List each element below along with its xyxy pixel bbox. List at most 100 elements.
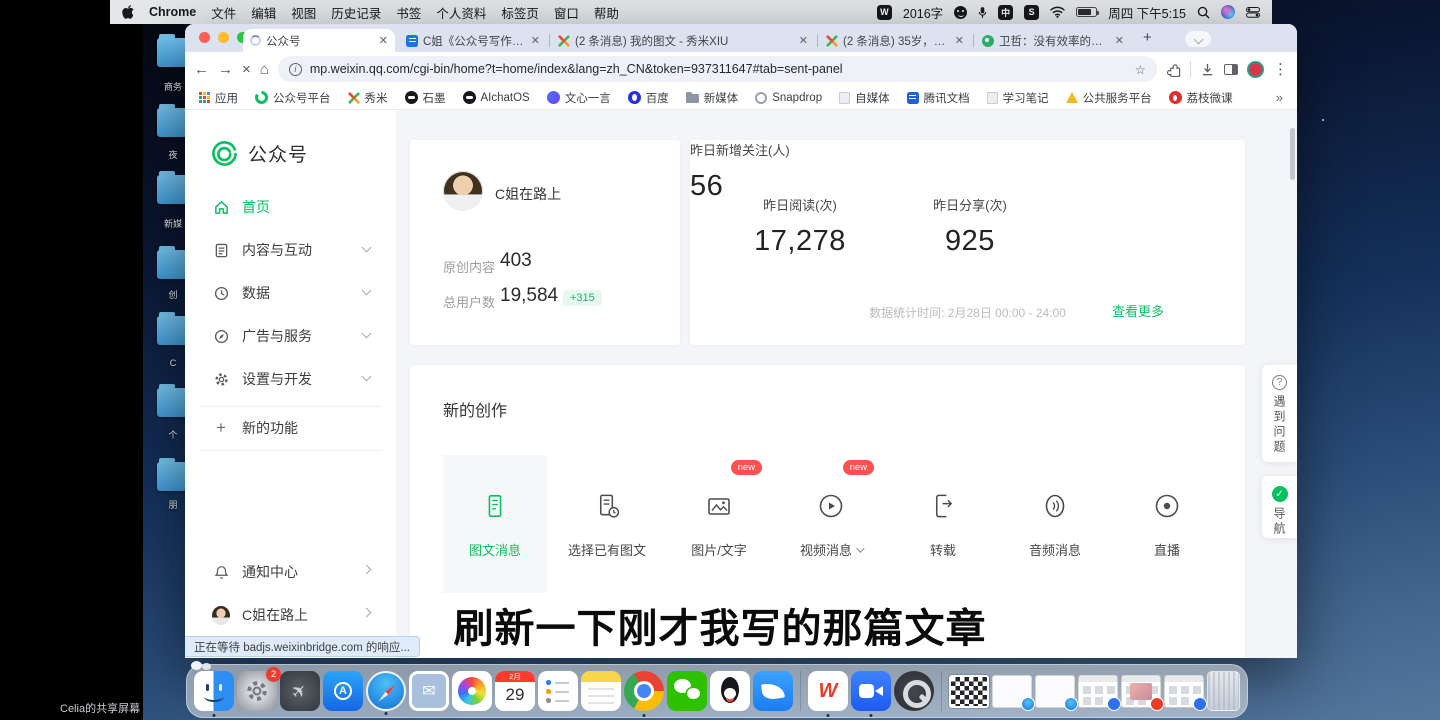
tab-course-doc[interactable]: C姐《公众号写作变现课》 ✕: [399, 29, 547, 52]
wps-menubar-icon[interactable]: W: [877, 5, 892, 20]
sidebar-item-ads[interactable]: 广告与服务: [212, 326, 372, 346]
side-panel-icon[interactable]: [1224, 64, 1238, 75]
profile-avatar[interactable]: [1247, 61, 1264, 78]
bookmark-snapdrop[interactable]: Snapdrop: [755, 92, 822, 104]
bookmark-apps[interactable]: 应用: [199, 90, 238, 106]
bookmark-tencent-docs[interactable]: 腾讯文档: [907, 90, 970, 106]
bookmark-newmedia-folder[interactable]: 新媒体: [686, 90, 739, 106]
bookmark-wenxin[interactable]: 文心一言: [547, 90, 611, 106]
dock-dingtalk-icon[interactable]: [753, 671, 793, 711]
sidebar-item-new-feature[interactable]: + 新的功能: [212, 418, 372, 438]
bookmark-lizhi[interactable]: 荔枝微课: [1169, 90, 1233, 106]
dock-chrome-icon[interactable]: [624, 671, 664, 711]
dock-wechat-icon[interactable]: [667, 671, 707, 711]
wifi-icon[interactable]: [1050, 6, 1065, 18]
bookmark-zimeiti[interactable]: 自媒体: [839, 90, 890, 106]
menu-file[interactable]: 文件: [211, 3, 236, 22]
tab-close-icon[interactable]: ✕: [1115, 34, 1124, 47]
stop-icon[interactable]: ×: [242, 61, 251, 78]
menu-view[interactable]: 视图: [291, 3, 316, 22]
dock-tencent-meeting-icon[interactable]: [851, 671, 891, 711]
menubar-clock[interactable]: 周四 下午5:15: [1108, 3, 1186, 22]
back-icon[interactable]: ←: [194, 61, 209, 78]
dock-finder-icon[interactable]: [194, 671, 234, 711]
dock-mail-icon[interactable]: ✉: [409, 671, 449, 711]
original-content-value[interactable]: 403: [500, 250, 532, 272]
kebab-menu-icon[interactable]: ⋮: [1273, 60, 1288, 78]
dock-safari-icon[interactable]: [366, 671, 406, 711]
chevron-down-icon[interactable]: [856, 544, 864, 552]
view-more-link[interactable]: 查看更多: [1098, 301, 1178, 320]
help-widget[interactable]: ? 遇到问题: [1262, 365, 1297, 462]
total-users-value[interactable]: 19,584: [500, 285, 558, 307]
menu-window[interactable]: 窗口: [554, 3, 579, 22]
account-photo-avatar[interactable]: [443, 171, 483, 211]
menu-app-name[interactable]: Chrome: [149, 5, 196, 19]
minimized-wps-window[interactable]: [1121, 675, 1161, 708]
menu-profiles[interactable]: 个人资料: [436, 3, 486, 22]
url-text[interactable]: mp.weixin.qq.com/cgi-bin/home?t=home/ind…: [310, 62, 1127, 76]
create-audio-button[interactable]: 音频消息: [1003, 455, 1107, 593]
tab-xiumi-1[interactable]: (2 条消息) 我的图文 - 秀米XIU ✕: [551, 29, 815, 52]
window-minimize-button[interactable]: [218, 32, 229, 43]
dock-quicktime-icon[interactable]: [894, 671, 934, 711]
tab-article[interactable]: 卫哲：没有效率的增长，是在加 ✕: [975, 29, 1131, 52]
battery-icon[interactable]: [1076, 7, 1097, 17]
bookmark-baidu[interactable]: 百度: [628, 90, 669, 106]
window-close-button[interactable]: [199, 32, 210, 43]
sidebar-item-notifications[interactable]: 通知中心: [212, 562, 372, 582]
dock-app-store-icon[interactable]: A: [323, 671, 363, 711]
mic-icon[interactable]: [978, 6, 987, 19]
menu-history[interactable]: 历史记录: [331, 3, 381, 22]
tab-close-icon[interactable]: ✕: [955, 34, 964, 47]
sidebar-item-settings[interactable]: 设置与开发: [212, 369, 372, 389]
bookmark-mp-platform[interactable]: 公众号平台: [255, 90, 331, 106]
home-icon[interactable]: ⌂: [260, 61, 269, 78]
sidebar-item-home[interactable]: 首页: [212, 197, 372, 217]
tab-mp-home[interactable]: 公众号 ✕: [243, 29, 395, 52]
apple-menu-icon[interactable]: [122, 5, 134, 19]
extensions-icon[interactable]: [1166, 62, 1181, 77]
menu-edit[interactable]: 编辑: [251, 3, 276, 22]
minimized-qr-window[interactable]: [949, 675, 989, 708]
create-repost-button[interactable]: 转载: [891, 455, 995, 593]
dock-launchpad-icon[interactable]: ✈: [280, 671, 320, 711]
dock-calendar-icon[interactable]: 2月29: [495, 671, 535, 711]
bookmark-study-notes[interactable]: 学习笔记: [987, 90, 1049, 106]
dock-wps-icon[interactable]: W: [808, 671, 848, 711]
minimized-meeting-window[interactable]: [1164, 675, 1204, 708]
dock-qq-icon[interactable]: [710, 671, 750, 711]
address-bar[interactable]: i mp.weixin.qq.com/cgi-bin/home?t=home/i…: [278, 56, 1157, 82]
dock-reminders-icon[interactable]: [538, 671, 578, 711]
nav-widget[interactable]: ✓ 导航: [1262, 476, 1297, 538]
spotlight-icon[interactable]: [1197, 6, 1210, 19]
dock-notes-icon[interactable]: [581, 671, 621, 711]
tab-search-chevron[interactable]: [1185, 31, 1211, 47]
tab-close-icon[interactable]: ✕: [799, 34, 808, 47]
bookmark-xiumi[interactable]: 秀米: [348, 90, 388, 106]
dock-photos-icon[interactable]: [452, 671, 492, 711]
site-info-icon[interactable]: i: [289, 63, 302, 76]
siri-icon[interactable]: [1221, 5, 1235, 19]
create-image-text-button[interactable]: new 图片/文字: [667, 455, 771, 593]
download-icon[interactable]: [1200, 62, 1215, 77]
bookmark-shimo[interactable]: 石墨: [405, 90, 446, 106]
sidebar-item-content[interactable]: 内容与互动: [212, 240, 372, 260]
menu-tabs[interactable]: 标签页: [501, 3, 539, 22]
bookmarks-overflow-icon[interactable]: »: [1276, 90, 1283, 105]
sidebar-item-account[interactable]: C姐在路上: [212, 605, 372, 625]
create-video-button[interactable]: new 视频消息: [779, 455, 883, 593]
new-tab-button[interactable]: +: [1143, 29, 1152, 46]
ime-pinyin-icon[interactable]: 中: [998, 5, 1013, 20]
tab-xiumi-2[interactable]: (2 条消息) 35岁，走了10年弯 ✕: [819, 29, 971, 52]
forward-icon[interactable]: →: [218, 61, 233, 78]
sidebar-item-data[interactable]: 数据: [212, 283, 372, 303]
bookmark-public-service[interactable]: 公共服务平台: [1066, 90, 1152, 106]
sogou-input-icon[interactable]: S: [1024, 5, 1039, 20]
bookmark-star-icon[interactable]: ☆: [1135, 62, 1146, 77]
menu-bookmarks[interactable]: 书签: [396, 3, 421, 22]
tab-close-icon[interactable]: ✕: [379, 34, 388, 47]
minimized-window[interactable]: [1078, 675, 1118, 708]
dock-system-settings-icon[interactable]: 2: [237, 671, 277, 711]
minimized-safari-window[interactable]: [1035, 675, 1075, 708]
